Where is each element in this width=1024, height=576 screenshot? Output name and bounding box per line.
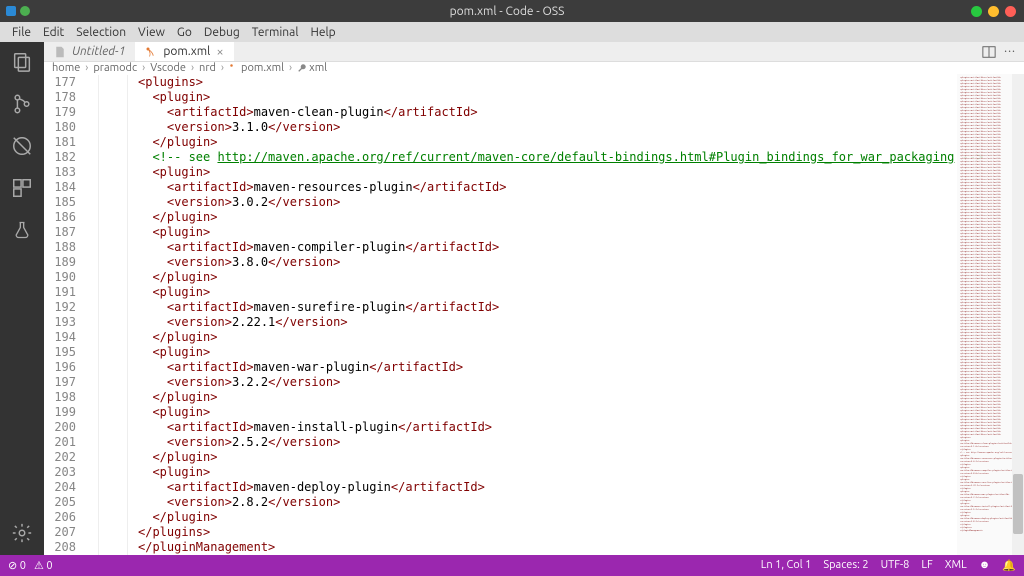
- status-eol[interactable]: LF: [921, 559, 932, 572]
- status-bar: ⊘ 0 ⚠ 0 Ln 1, Col 1 Spaces: 2 UTF-8 LF X…: [0, 555, 1024, 576]
- maximize-button[interactable]: [988, 6, 999, 17]
- activity-bar: [0, 42, 44, 555]
- status-dot-icon: [20, 6, 30, 16]
- menu-file[interactable]: File: [6, 26, 37, 39]
- split-editor-icon[interactable]: [982, 45, 996, 59]
- close-icon[interactable]: ×: [216, 45, 223, 59]
- line-number-gutter: 1771781791801811821831841851861871881891…: [44, 74, 88, 555]
- breadcrumb-folder1[interactable]: Vscode: [150, 62, 186, 74]
- menu-help[interactable]: Help: [304, 26, 341, 39]
- breadcrumb-symbol[interactable]: xml: [309, 62, 327, 74]
- extensions-icon[interactable]: [10, 176, 34, 200]
- minimize-button[interactable]: [971, 6, 982, 17]
- window-controls: [970, 6, 1024, 17]
- editor[interactable]: 1771781791801811821831841851861871881891…: [44, 74, 1024, 555]
- settings-gear-icon[interactable]: [10, 521, 34, 545]
- feedback-icon[interactable]: ☻: [979, 559, 991, 572]
- status-encoding[interactable]: UTF-8: [881, 559, 910, 572]
- breadcrumb-file[interactable]: pom.xml: [241, 62, 284, 74]
- xml-icon: [145, 46, 157, 58]
- explorer-icon[interactable]: [10, 50, 34, 74]
- status-language[interactable]: XML: [945, 559, 967, 572]
- status-warnings[interactable]: ⚠ 0: [34, 559, 53, 572]
- menu-view[interactable]: View: [132, 26, 171, 39]
- menu-bar: File Edit Selection View Go Debug Termin…: [0, 22, 1024, 42]
- xml-icon: [229, 63, 239, 73]
- tab-untitled[interactable]: Untitled-1: [44, 42, 135, 61]
- minimap[interactable]: <plugin><artifactId>x</artifactId><plugi…: [957, 74, 1012, 555]
- menu-selection[interactable]: Selection: [70, 26, 132, 39]
- breadcrumb[interactable]: home› pramodc› Vscode› nrd› pom.xml› xml: [44, 62, 1024, 74]
- more-actions-icon[interactable]: ···: [1004, 45, 1016, 58]
- code-content[interactable]: <plugins> <plugin> <artifactId>maven-cle…: [138, 74, 1024, 555]
- tab-pom-label: pom.xml: [163, 45, 210, 58]
- status-spaces[interactable]: Spaces: 2: [823, 559, 868, 572]
- test-icon[interactable]: [10, 218, 34, 242]
- menu-go[interactable]: Go: [171, 26, 198, 39]
- close-window-button[interactable]: [1005, 6, 1016, 17]
- status-errors[interactable]: ⊘ 0: [8, 559, 26, 572]
- indent-guides: [88, 74, 138, 555]
- debug-icon[interactable]: [10, 134, 34, 158]
- file-icon: [54, 46, 66, 58]
- titlebar-left-icons: [0, 6, 44, 16]
- breadcrumb-folder2[interactable]: nrd: [199, 62, 216, 74]
- menu-terminal[interactable]: Terminal: [246, 26, 305, 39]
- app-icon: [6, 6, 16, 16]
- tab-pom[interactable]: pom.xml ×: [135, 42, 233, 61]
- menu-edit[interactable]: Edit: [37, 26, 70, 39]
- title-bar: pom.xml - Code - OSS: [0, 0, 1024, 22]
- breadcrumb-user[interactable]: pramodc: [93, 62, 137, 74]
- window-title: pom.xml - Code - OSS: [44, 5, 970, 18]
- editor-tabs: Untitled-1 pom.xml × ···: [44, 42, 1024, 62]
- source-control-icon[interactable]: [10, 92, 34, 116]
- status-lncol[interactable]: Ln 1, Col 1: [761, 559, 812, 572]
- tab-untitled-label: Untitled-1: [72, 45, 125, 58]
- wrench-icon: [297, 63, 307, 73]
- bell-icon[interactable]: 🔔: [1002, 559, 1016, 572]
- menu-debug[interactable]: Debug: [198, 26, 246, 39]
- scrollbar-thumb[interactable]: [1013, 474, 1023, 534]
- breadcrumb-home[interactable]: home: [52, 62, 80, 74]
- vertical-scrollbar[interactable]: [1012, 74, 1024, 555]
